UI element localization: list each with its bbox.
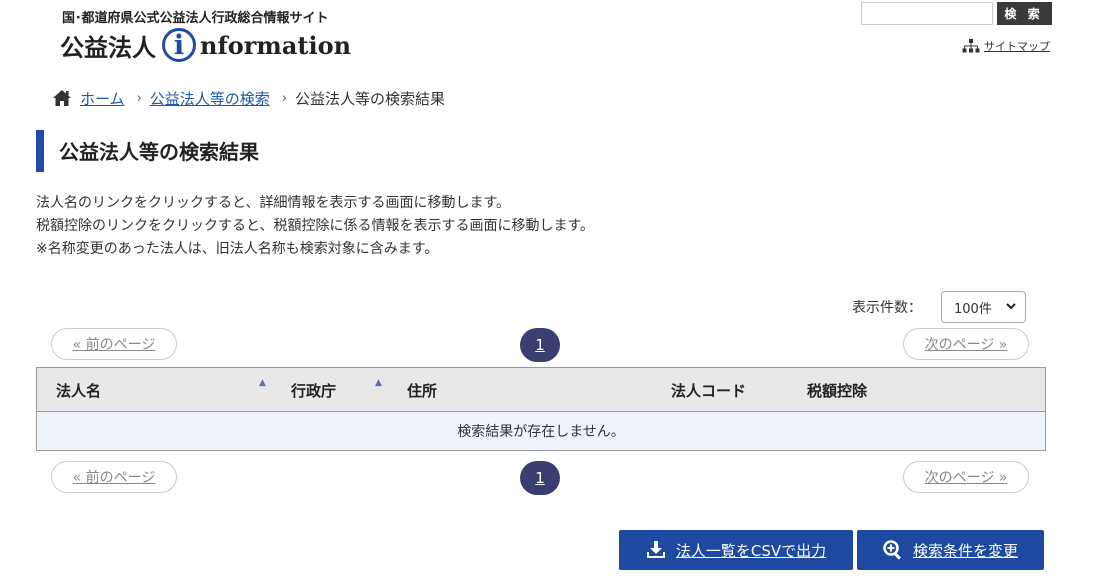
column-header-code: 法人コード — [671, 382, 747, 400]
breadcrumb-separator: › — [136, 90, 142, 106]
column-header-address: 住所 — [407, 382, 438, 400]
sort-up-icon[interactable]: ▲ — [259, 378, 266, 388]
logo-text-right: nformation — [200, 30, 352, 60]
site-search-button[interactable]: 検 索 — [997, 2, 1052, 25]
page-description: 法人名のリンクをクリックすると、詳細情報を表示する画面に移動します。 税額控除の… — [36, 192, 594, 261]
column-header-name[interactable]: 法人名 — [56, 380, 101, 401]
empty-message: 検索結果が存在しません。 — [457, 424, 625, 440]
title-accent-bar — [36, 130, 44, 172]
sitemap-icon — [962, 39, 980, 53]
breadcrumb: ホーム › 公益法人等の検索 › 公益法人等の検索結果 — [52, 87, 445, 109]
csv-export-label: 法人一覧をCSVで出力 — [675, 541, 827, 560]
logo-text-left: 公益法人 — [60, 32, 156, 62]
next-page-label: 次のページ » — [924, 337, 1008, 353]
info-logo-icon: i — [162, 28, 196, 62]
prev-page-button[interactable]: « 前のページ — [51, 328, 177, 360]
change-conditions-button[interactable]: 検索条件を変更 — [857, 530, 1044, 570]
description-line: ※名称変更のあった法人は、旧法人名称も検索対象に含みます。 — [36, 241, 439, 257]
change-conditions-label: 検索条件を変更 — [912, 541, 1018, 560]
next-page-button[interactable]: 次のページ » — [903, 328, 1029, 360]
results-table: 法人名 ▲ 行政庁 ▲ 住所 法人コード 税額控除 検索結果が存在しません。 — [36, 367, 1046, 451]
next-page-label: 次のページ » — [924, 470, 1008, 486]
breadcrumb-separator: › — [281, 90, 287, 106]
csv-export-button[interactable]: 法人一覧をCSVで出力 — [619, 530, 853, 570]
current-page-button[interactable]: 1 — [520, 328, 560, 362]
table-empty-row: 検索結果が存在しません。 — [37, 412, 1045, 450]
column-header-agency[interactable]: 行政庁 — [291, 380, 336, 401]
chevron-down-icon — [1006, 303, 1016, 310]
prev-page-button[interactable]: « 前のページ — [51, 461, 177, 493]
per-page-label: 表示件数： — [852, 300, 922, 316]
sort-up-icon[interactable]: ▲ — [375, 378, 382, 388]
prev-page-label: « 前のページ — [72, 337, 156, 353]
description-line: 税額控除のリンクをクリックすると、税額控除に係る情報を表示する画面に移動します。 — [36, 218, 595, 234]
sitemap-label: サイトマップ — [984, 40, 1050, 53]
per-page-value: 100件 — [954, 301, 992, 317]
per-page-select[interactable]: 100件 — [941, 291, 1026, 323]
current-page-button[interactable]: 1 — [520, 461, 560, 495]
sitemap-link[interactable]: サイトマップ — [962, 38, 1050, 54]
download-icon — [646, 541, 665, 558]
home-icon — [53, 90, 71, 106]
table-header: 法人名 ▲ 行政庁 ▲ 住所 法人コード 税額控除 — [37, 368, 1045, 412]
breadcrumb-home-link[interactable]: ホーム — [80, 88, 125, 109]
column-header-tax-deduction: 税額控除 — [807, 382, 868, 400]
prev-page-label: « 前のページ — [72, 470, 156, 486]
site-search-input[interactable] — [861, 2, 993, 25]
site-logo[interactable]: 公益法人 i nformation — [60, 24, 351, 66]
breadcrumb-search-link[interactable]: 公益法人等の検索 — [150, 88, 270, 109]
description-line: 法人名のリンクをクリックすると、詳細情報を表示する画面に移動します。 — [36, 195, 511, 211]
breadcrumb-current: 公益法人等の検索結果 — [294, 89, 445, 108]
next-page-button[interactable]: 次のページ » — [903, 461, 1029, 493]
page-title: 公益法人等の検索結果 — [59, 140, 259, 164]
search-plus-icon — [883, 540, 901, 560]
